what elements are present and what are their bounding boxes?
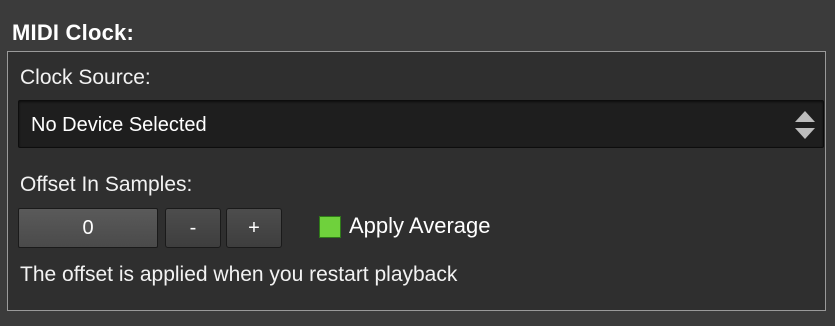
checkbox-checked-indicator — [319, 216, 341, 238]
clock-source-label: Clock Source: — [20, 66, 151, 89]
offset-note: The offset is applied when you restart p… — [20, 263, 458, 286]
increment-button[interactable]: + — [226, 208, 282, 248]
up-down-chevron-icon — [795, 111, 815, 139]
midi-clock-group: Clock Source: No Device Selected Offset … — [7, 51, 826, 311]
midi-clock-panel: MIDI Clock: Clock Source: No Device Sele… — [0, 0, 835, 326]
offset-label: Offset In Samples: — [20, 173, 193, 196]
decrement-button[interactable]: - — [165, 208, 221, 248]
apply-average-label: Apply Average — [349, 213, 491, 238]
clock-source-selected-value: No Device Selected — [31, 114, 207, 136]
clock-source-select[interactable]: No Device Selected — [18, 100, 824, 148]
section-title: MIDI Clock: — [12, 20, 134, 45]
offset-input[interactable]: 0 — [18, 208, 158, 248]
